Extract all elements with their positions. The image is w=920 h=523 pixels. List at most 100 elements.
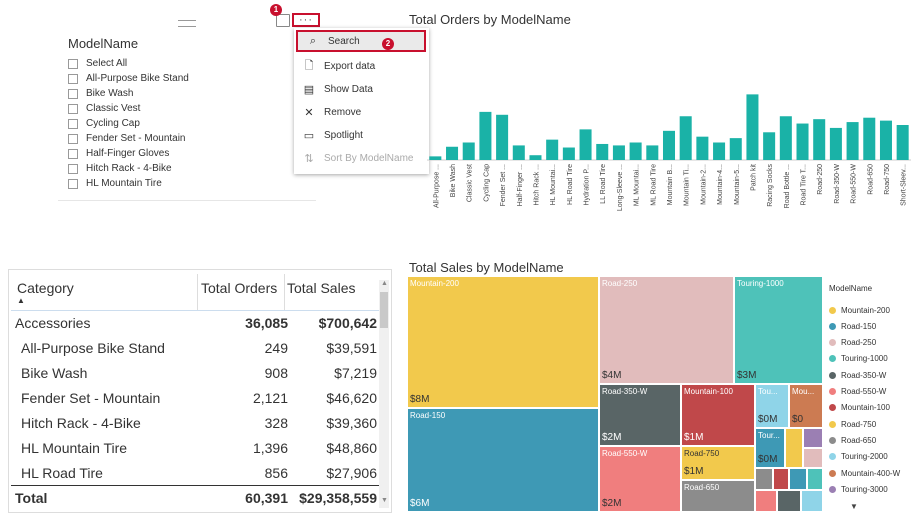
legend-item[interactable]: Road-750	[829, 418, 876, 430]
bar[interactable]	[529, 155, 542, 160]
show-data-icon: ▤	[303, 83, 315, 96]
treemap-tile-small[interactable]	[789, 468, 807, 490]
treemap-tile-small[interactable]	[803, 448, 823, 468]
more-options-button[interactable]: ···	[292, 13, 320, 27]
bar[interactable]	[479, 111, 492, 160]
bar[interactable]	[729, 138, 742, 160]
treemap-canvas: Mountain-200 $8M Road-150 $6M Road-250 $4M …	[407, 276, 823, 512]
treemap-tile[interactable]: Mou... $0	[789, 384, 823, 428]
treemap-tile[interactable]: Road-750 $1M	[681, 446, 755, 480]
slicer-item[interactable]: Classic Vest	[68, 101, 140, 116]
treemap-tile[interactable]: Road-250 $4M	[599, 276, 734, 384]
header-category[interactable]: Category	[17, 280, 74, 296]
bar[interactable]	[779, 116, 792, 160]
bar[interactable]	[846, 122, 859, 160]
bar[interactable]	[646, 145, 659, 160]
bar[interactable]	[879, 120, 892, 160]
slicer-item[interactable]: Select All	[68, 56, 127, 71]
legend-item[interactable]: Road-650	[829, 434, 876, 446]
bar[interactable]	[546, 139, 559, 160]
bar[interactable]	[829, 127, 842, 160]
treemap-tile-small[interactable]	[755, 490, 777, 512]
treemap-tile[interactable]: Tour... $0M	[755, 428, 785, 468]
bar[interactable]	[863, 117, 876, 160]
x-tick-label: Road-550-W	[851, 164, 858, 204]
treemap-tile-small[interactable]	[785, 428, 803, 468]
bar[interactable]	[713, 142, 726, 161]
bar[interactable]	[429, 156, 442, 160]
legend-item[interactable]: Road-250	[829, 337, 876, 349]
treemap-tile-small[interactable]	[773, 468, 789, 490]
legend-item[interactable]: Road-550-W	[829, 386, 886, 398]
treemap-tile-small[interactable]	[807, 468, 823, 490]
bar[interactable]	[813, 119, 826, 160]
treemap-tile[interactable]: Road-150 $6M	[407, 408, 599, 512]
treemap-tile-small[interactable]	[777, 490, 801, 512]
slicer-item[interactable]: Bike Wash	[68, 86, 133, 101]
checkbox-icon[interactable]	[68, 163, 78, 174]
bar[interactable]	[696, 136, 709, 160]
treemap-tile[interactable]: Mountain-100 $1M	[681, 384, 755, 446]
checkbox-icon[interactable]	[68, 58, 78, 69]
bar[interactable]	[746, 94, 759, 160]
bar[interactable]	[496, 114, 509, 160]
legend-item[interactable]: Road-350-W	[829, 369, 886, 381]
header-total-orders[interactable]: Total Orders	[201, 280, 277, 296]
treemap-tile[interactable]: Mountain-200 $8M	[407, 276, 599, 408]
treemap-tile-small[interactable]	[803, 428, 823, 448]
bar[interactable]	[662, 130, 676, 160]
focus-mode-icon[interactable]	[276, 14, 290, 27]
slicer-item[interactable]: All-Purpose Bike Stand	[68, 71, 189, 86]
legend-item[interactable]: Touring-2000	[829, 451, 888, 463]
treemap-tile[interactable]: Road-550-W $2M	[599, 446, 681, 512]
bar[interactable]	[562, 147, 575, 160]
legend-item[interactable]: Touring-3000	[829, 483, 888, 495]
legend-marker	[829, 306, 836, 314]
bar[interactable]	[896, 125, 909, 160]
checkbox-icon[interactable]	[68, 148, 78, 159]
bar[interactable]	[612, 145, 625, 160]
treemap-tile[interactable]: Tou... $0M	[755, 384, 789, 428]
scroll-down-icon[interactable]: ▼	[381, 497, 388, 504]
legend-item[interactable]: Mountain-400-W	[829, 467, 900, 479]
slicer-item[interactable]: Hitch Rack - 4-Bike	[68, 161, 172, 176]
slicer-item[interactable]: HL Mountain Tire	[68, 176, 162, 191]
bar[interactable]	[763, 132, 776, 160]
treemap-tile-small[interactable]	[801, 490, 823, 512]
treemap-tile-small[interactable]	[755, 468, 773, 490]
checkbox-icon[interactable]	[68, 178, 78, 189]
bar[interactable]	[796, 123, 809, 160]
treemap-tile[interactable]: Road-650	[681, 480, 755, 512]
legend-item[interactable]: Touring-1000	[829, 353, 888, 365]
legend-scroll-down-icon[interactable]: ▼	[850, 502, 858, 511]
bar[interactable]	[446, 146, 459, 160]
bar[interactable]	[512, 145, 525, 160]
x-tick-label: Road-250	[817, 164, 824, 195]
checkbox-icon[interactable]	[68, 103, 78, 114]
header-total-sales[interactable]: Total Sales	[287, 280, 355, 296]
slicer-item[interactable]: Half-Finger Gloves	[68, 146, 169, 161]
bar[interactable]	[629, 142, 642, 161]
checkbox-icon[interactable]	[68, 118, 78, 129]
bar-chart-canvas: All-Purpose ... Bike Wash Classic Vest Cycl…	[427, 94, 911, 211]
checkbox-icon[interactable]	[68, 88, 78, 99]
checkbox-icon[interactable]	[68, 133, 78, 144]
x-tick-label: Classic Vest	[467, 164, 474, 202]
slicer-item[interactable]: Fender Set - Mountain	[68, 131, 186, 146]
bar[interactable]	[462, 142, 475, 161]
treemap-tile[interactable]: Touring-1000 $3M	[734, 276, 823, 384]
drag-grip-icon[interactable]	[178, 20, 196, 27]
scroll-up-icon[interactable]: ▲	[381, 280, 388, 287]
legend-item[interactable]: Road-150	[829, 320, 876, 332]
checkbox-icon[interactable]	[68, 73, 78, 84]
sort-ascending-icon[interactable]: ▲	[17, 296, 25, 305]
slicer-item[interactable]: Cycling Cap	[68, 116, 140, 131]
legend-item[interactable]: Mountain-100	[829, 402, 890, 414]
bar[interactable]	[596, 143, 609, 160]
legend-label: Road-150	[841, 321, 877, 331]
bar[interactable]	[679, 116, 692, 160]
legend-item[interactable]: Mountain-200	[829, 304, 890, 316]
treemap-tile[interactable]: Road-350-W $2M	[599, 384, 681, 446]
scrollbar-thumb[interactable]	[380, 292, 388, 328]
bar[interactable]	[579, 129, 592, 160]
